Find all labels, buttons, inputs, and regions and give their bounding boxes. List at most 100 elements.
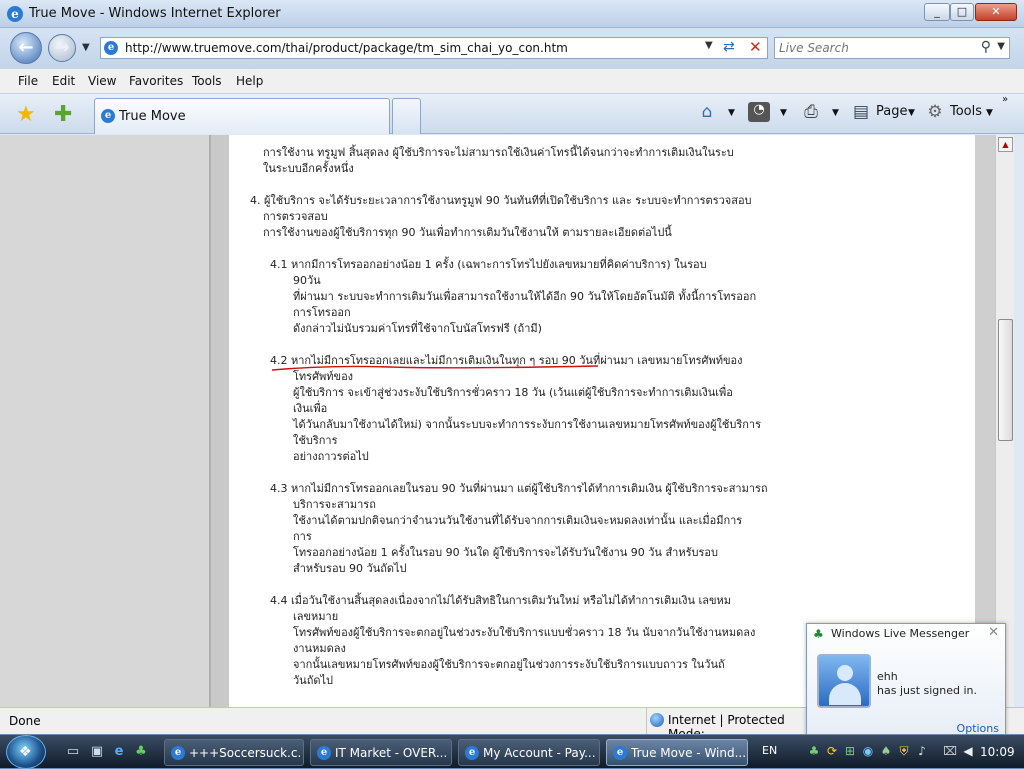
text-line: การใช้งานของผู้ใช้บริการทุก 90 วันเพื่อท…	[263, 226, 672, 239]
text-line: อย่างถาวรต่อไป	[293, 450, 369, 463]
text-line: ที่ผ่านมา ระบบจะทำการเติมวันเพื่อสามารถใ…	[293, 290, 757, 303]
menu-tools[interactable]: Tools	[192, 74, 222, 88]
tray-shield-icon[interactable]: ⛨	[896, 744, 912, 760]
tools-menu[interactable]: Tools	[950, 104, 982, 119]
scroll-thumb[interactable]	[998, 319, 1013, 441]
back-button[interactable]: ←	[10, 32, 42, 64]
taskbar-item-true-move[interactable]: e True Move - Wind...	[606, 739, 748, 766]
forward-button[interactable]: →	[48, 34, 76, 62]
tools-gear-icon[interactable]: ⚙	[924, 102, 946, 122]
text-line: 4.1 หากมีการโทรออกอย่างน้อย 1 ครั้ง (เฉพ…	[270, 258, 707, 271]
address-dropdown-icon[interactable]: ▼	[705, 40, 713, 51]
vertical-scrollbar[interactable]: ▲	[995, 135, 1014, 707]
text-line: ผู้ใช้บริการ จะเข้าสู่ช่วงระงับใช้บริการ…	[293, 386, 733, 399]
tab-true-move[interactable]: e True Move	[94, 98, 390, 134]
tray-app-icon[interactable]: ♠	[878, 744, 894, 760]
print-dropdown-icon[interactable]: ▼	[832, 108, 839, 118]
left-margin	[0, 135, 211, 707]
command-bar: ★ ✚ e True Move ⌂ ▼ ◔ ▼ ⎙ ▼ ▤ Page ▼ ⚙ T…	[0, 94, 1024, 134]
messenger-quicklaunch-icon[interactable]: ♣	[132, 744, 150, 760]
page-dropdown-icon[interactable]: ▼	[908, 108, 915, 118]
minimize-button[interactable]: _	[924, 3, 950, 21]
home-icon[interactable]: ⌂	[696, 102, 718, 122]
switch-windows-icon[interactable]: ▣	[88, 744, 106, 760]
contact-name: ehh	[877, 670, 898, 683]
text-line: ใช้งานได้ตามปกติจนกว่าจำนวนวันใช้งานที่ไ…	[293, 514, 743, 527]
text-line: 4.4 เมื่อวันใช้งานสิ้นสุดลงเนื่องจากไม่ไ…	[270, 594, 732, 607]
show-desktop-icon[interactable]: ▭	[64, 744, 82, 760]
taskbar-item-my-account[interactable]: e My Account - Pay...	[458, 739, 600, 766]
title-bar[interactable]: e True Move - Windows Internet Explorer …	[0, 0, 1024, 28]
menu-help[interactable]: Help	[236, 74, 263, 88]
taskbar-item-it-market[interactable]: e IT Market - OVER...	[310, 739, 452, 766]
tray-connection-icon[interactable]: ⌧	[942, 744, 958, 760]
search-input[interactable]	[779, 39, 969, 57]
favorites-star-icon[interactable]: ★	[16, 102, 36, 127]
menu-bar: File Edit View Favorites Tools Help	[0, 68, 1024, 94]
clock[interactable]: 10:09	[980, 745, 1015, 759]
close-button[interactable]: ✕	[975, 3, 1017, 21]
windows-logo-icon: ❖	[19, 744, 32, 760]
page-content: การใช้งาน ทรูมูฟ สิ้นสุดลง ผู้ใช้บริการจ…	[0, 135, 1014, 707]
status-text: Done	[9, 714, 41, 728]
security-zone[interactable]: Internet | Protected Mode:	[646, 708, 806, 741]
scroll-up-arrow-icon[interactable]: ▲	[998, 137, 1013, 152]
taskbar-item-soccersuck[interactable]: e +++Soccersuck.c...	[164, 739, 304, 766]
url-text[interactable]: http://www.truemove.com/thai/product/pac…	[125, 41, 568, 55]
text-line: สำหรับรอบ 90 วันถัดไป	[293, 562, 407, 575]
menu-favorites[interactable]: Favorites	[129, 74, 183, 88]
new-tab-button[interactable]	[392, 98, 421, 134]
feeds-icon[interactable]: ◔	[748, 102, 770, 122]
ie-icon: e	[613, 746, 627, 760]
home-dropdown-icon[interactable]: ▼	[728, 108, 735, 118]
notification-close-icon[interactable]: ✕	[988, 625, 999, 640]
history-dropdown-icon[interactable]: ▼	[82, 42, 90, 53]
ie-quicklaunch-icon[interactable]: e	[110, 744, 128, 760]
menu-view[interactable]: View	[88, 74, 116, 88]
avatar-head	[837, 665, 853, 681]
maximize-button[interactable]: □	[950, 3, 974, 21]
notification-message: has just signed in.	[877, 684, 978, 697]
volume-icon[interactable]: ◀	[960, 744, 976, 760]
text-line: ในระบบอีกครั้งหนึ่ง	[263, 162, 354, 175]
address-bar-row: ← → ▼ e http://www.truemove.com/thai/pro…	[0, 28, 1024, 68]
address-field[interactable]: e http://www.truemove.com/thai/product/p…	[100, 37, 768, 59]
text-line: ดังกล่าวไม่นับรวมค่าโทรที่ใช้จากโบนัสโทร…	[293, 322, 542, 335]
menu-edit[interactable]: Edit	[52, 74, 75, 88]
feeds-dropdown-icon[interactable]: ▼	[780, 108, 787, 118]
start-button[interactable]: ❖	[6, 735, 46, 769]
menu-file[interactable]: File	[18, 74, 38, 88]
taskbar-item-label: +++Soccersuck.c...	[189, 746, 301, 760]
stop-icon[interactable]: ✕	[749, 38, 762, 56]
messenger-icon: ♣	[813, 627, 824, 641]
chevron-more-icon[interactable]: »	[1002, 94, 1008, 105]
tab-label: True Move	[119, 109, 186, 124]
tray-update-icon[interactable]: ⟳	[824, 744, 840, 760]
page-icon: e	[104, 41, 118, 55]
page-menu-icon[interactable]: ▤	[850, 102, 872, 122]
refresh-icon[interactable]: ⇄	[723, 39, 735, 55]
ie-icon: e	[317, 746, 331, 760]
text-line: ได้วันกลับมาใช้งานได้ใหม่) จากนั้นระบบจะ…	[293, 418, 761, 431]
messenger-notification[interactable]: ♣ Windows Live Messenger ✕ ehh has just …	[806, 623, 1006, 737]
tray-security-icon[interactable]: ◉	[860, 744, 876, 760]
window-title: True Move - Windows Internet Explorer	[29, 6, 281, 21]
tray-network-icon[interactable]: ⊞	[842, 744, 858, 760]
globe-icon	[650, 713, 664, 727]
search-box[interactable]: ⚲ ▼	[774, 37, 1010, 59]
search-dropdown-icon[interactable]: ▼	[997, 41, 1005, 52]
tray-audio-device-icon[interactable]: ♪	[914, 744, 930, 760]
tray-messenger-icon[interactable]: ♣	[806, 744, 822, 760]
tools-dropdown-icon[interactable]: ▼	[986, 108, 993, 118]
notification-title: Windows Live Messenger	[831, 627, 970, 640]
page-menu[interactable]: Page	[876, 104, 907, 119]
print-icon[interactable]: ⎙	[800, 102, 822, 122]
language-indicator[interactable]: EN	[762, 744, 777, 757]
avatar	[817, 654, 871, 708]
add-favorite-icon[interactable]: ✚	[54, 102, 72, 127]
ie-logo-icon: e	[7, 6, 23, 22]
tab-page-icon: e	[101, 109, 115, 123]
taskbar-item-label: True Move - Wind...	[631, 746, 745, 760]
notification-header: ♣ Windows Live Messenger ✕	[807, 624, 1005, 644]
search-icon[interactable]: ⚲	[981, 39, 991, 55]
